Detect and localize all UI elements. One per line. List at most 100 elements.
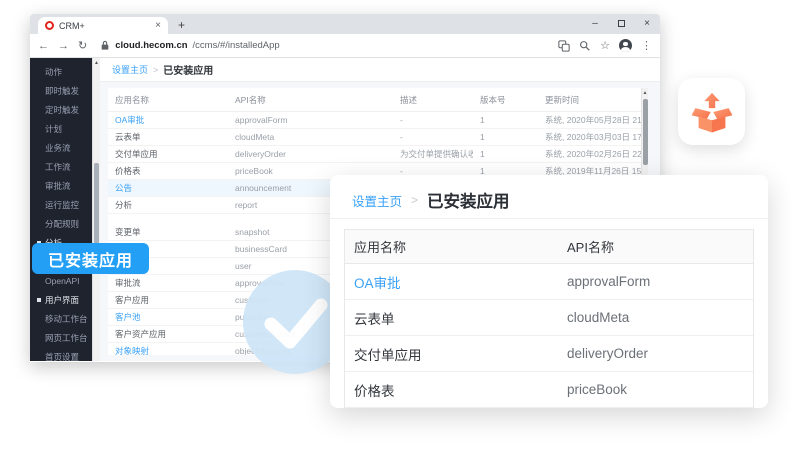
sidebar-item[interactable]: 动作 — [30, 63, 92, 82]
install-app-badge — [678, 78, 745, 145]
sidebar-item[interactable]: 业务流 — [30, 139, 92, 158]
url-field[interactable]: cloud.hecom.cn/ccms/#/installedApp — [96, 40, 549, 51]
sidebar-item[interactable]: OpenAPI — [30, 272, 92, 291]
app-name-cell[interactable]: OA审批 — [108, 114, 228, 126]
col-header-app-name: 应用名称 — [108, 94, 228, 106]
app-name-cell[interactable]: 审批流 — [108, 277, 228, 289]
sidebar-item-label: 工作流 — [45, 162, 71, 172]
table-row: 交付单应用 deliveryOrder 为交付单提供确认收货功能 1 系统, 2… — [108, 146, 648, 163]
overlay-breadcrumb-separator: > — [411, 193, 418, 207]
restore-button[interactable] — [608, 14, 634, 32]
overlay-api-name-cell: approvalForm — [558, 274, 753, 289]
sidebar-item[interactable]: 分配规则 — [30, 215, 92, 234]
overlay-breadcrumb-parent-link[interactable]: 设置主页 — [352, 191, 402, 210]
updated-time-cell: 系统, 2020年03月03日 17:41 — [538, 131, 648, 143]
breadcrumb-parent-link[interactable]: 设置主页 — [112, 63, 148, 76]
translate-icon[interactable] — [558, 40, 570, 52]
overlay-breadcrumb: 设置主页 > 已安装应用 — [330, 175, 768, 212]
col-header-updated: 更新时间 — [538, 94, 648, 106]
col-header-description: 描述 — [393, 94, 473, 106]
description-cell: - — [393, 115, 473, 125]
page-title: 已安装应用 — [163, 62, 213, 77]
scroll-up-icon[interactable]: ▲ — [93, 58, 100, 66]
address-bar: ← → ↻ cloud.hecom.cn/ccms/#/installedApp… — [30, 34, 660, 58]
sidebar-item-label: 定时触发 — [45, 105, 79, 115]
overlay-app-name-cell[interactable]: 云表单 — [345, 308, 558, 328]
sidebar-item[interactable]: 定时触发 — [30, 101, 92, 120]
back-icon[interactable]: ← — [38, 40, 49, 52]
screenshot-canvas: CRM+ × + – × ← → ↻ cloud.hecom.cn/ccms/#… — [0, 0, 792, 459]
overlay-col-header-app-name: 应用名称 — [345, 237, 558, 256]
app-name-cell[interactable]: 变更单 — [108, 226, 228, 238]
sidebar-item[interactable]: 运行监控 — [30, 196, 92, 215]
overlay-app-name-cell[interactable]: 交付单应用 — [345, 344, 558, 364]
sidebar-item[interactable]: 网页工作台 — [30, 329, 92, 348]
minimize-button[interactable]: – — [582, 14, 608, 32]
overlay-page-title: 已安装应用 — [427, 188, 510, 212]
overlay-divider — [330, 218, 768, 219]
overlay-col-header-api-name: API名称 — [558, 237, 753, 256]
sidebar-item-label: 网页工作台 — [45, 333, 88, 343]
browser-menu-icon[interactable]: ⋮ — [641, 39, 652, 52]
col-header-api-name: API名称 — [228, 94, 393, 106]
sidebar-item[interactable]: 即时触发 — [30, 82, 92, 101]
sidebar-item[interactable]: 移动工作台 — [30, 310, 92, 329]
api-name-cell: cloudMeta — [228, 132, 393, 142]
updated-time-cell: 系统, 2020年05月28日 21:38 — [538, 114, 648, 126]
new-tab-button[interactable]: + — [178, 18, 185, 32]
sidebar-item[interactable]: 审批流 — [30, 177, 92, 196]
sidebar-item-label: 计划 — [45, 124, 62, 134]
reload-icon[interactable]: ↻ — [78, 39, 87, 52]
app-name-cell[interactable]: 客户池 — [108, 311, 228, 323]
app-name-cell[interactable]: 公告 — [108, 182, 228, 194]
padlock-icon — [100, 40, 110, 51]
table-scrollbar-thumb[interactable] — [643, 99, 648, 165]
updated-time-cell: 系统, 2020年02月26日 22:32 — [538, 148, 648, 160]
browser-tab[interactable]: CRM+ × — [38, 17, 168, 34]
profile-avatar[interactable] — [619, 39, 632, 52]
forward-icon[interactable]: → — [58, 40, 69, 52]
scroll-up-icon[interactable]: ▲ — [642, 88, 648, 96]
restore-icon — [618, 20, 625, 27]
sidebar-item[interactable]: 计划 — [30, 120, 92, 139]
window-controls: – × — [582, 14, 660, 32]
app-name-cell[interactable]: 分析 — [108, 199, 228, 211]
zoom-icon[interactable] — [579, 40, 591, 52]
sidebar-scrollbar[interactable]: ▲ — [92, 58, 100, 361]
app-name-cell[interactable]: 客户应用 — [108, 294, 228, 306]
description-cell: - — [393, 132, 473, 142]
breadcrumb-separator: > — [153, 65, 158, 75]
sidebar-item-label: 首页设置 — [45, 352, 79, 362]
overlay-table-row: 云表单 cloudMeta — [345, 300, 753, 336]
close-button[interactable]: × — [634, 14, 660, 32]
sidebar-scrollbar-thumb[interactable] — [94, 163, 99, 248]
bookmark-star-icon[interactable]: ☆ — [600, 39, 610, 52]
app-name-cell[interactable]: 客户资产应用 — [108, 328, 228, 340]
browser-tab-bar: CRM+ × + – × — [30, 14, 660, 34]
sidebar-item[interactable]: 工作流 — [30, 158, 92, 177]
zoom-overlay-panel: 设置主页 > 已安装应用 应用名称 API名称 OA审批 approvalFor… — [330, 175, 768, 408]
overlay-api-name-cell: priceBook — [558, 382, 753, 397]
sidebar-item-label: 运行监控 — [45, 200, 79, 210]
settings-sidebar: 动作 即时触发 定时触发 计划 业务流 — [30, 58, 92, 361]
overlay-table-row: 价格表 priceBook — [345, 372, 753, 408]
sidebar-item[interactable]: 首页设置 — [30, 348, 92, 367]
overlay-table-header-row: 应用名称 API名称 — [345, 230, 753, 264]
app-name-cell[interactable]: 交付单应用 — [108, 148, 228, 160]
installed-apps-callout: 已安装应用 — [32, 243, 149, 274]
overlay-app-name-cell[interactable]: 价格表 — [345, 380, 558, 400]
version-cell: 1 — [473, 115, 538, 125]
app-name-cell[interactable]: 云表单 — [108, 131, 228, 143]
app-name-cell[interactable]: 对象映射 — [108, 345, 228, 355]
overlay-table: 应用名称 API名称 OA审批 approvalForm 云表单 cloudMe… — [344, 229, 754, 408]
table-row: 云表单 cloudMeta - 1 系统, 2020年03月03日 17:41 — [108, 129, 648, 146]
section-bullet-icon — [37, 298, 41, 302]
sidebar-item[interactable]: 用户界面 — [30, 291, 92, 310]
overlay-table-body: OA审批 approvalForm 云表单 cloudMeta 交付单应用 de… — [345, 264, 753, 408]
table-row: OA审批 approvalForm - 1 系统, 2020年05月28日 21… — [108, 112, 648, 129]
app-name-cell[interactable]: 价格表 — [108, 165, 228, 177]
tab-close-icon[interactable]: × — [155, 21, 161, 31]
overlay-app-name-cell[interactable]: OA审批 — [345, 272, 558, 292]
description-cell: 为交付单提供确认收货功能 — [393, 148, 473, 160]
overlay-table-row: 交付单应用 deliveryOrder — [345, 336, 753, 372]
